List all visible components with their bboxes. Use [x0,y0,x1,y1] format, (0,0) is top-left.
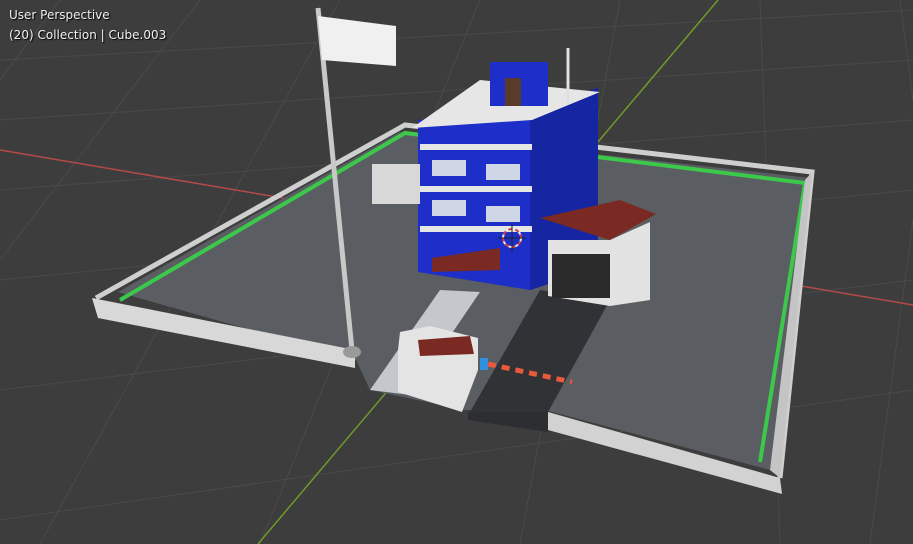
3d-viewport[interactable]: User Perspective (20) Collection | Cube.… [0,0,913,544]
garage[interactable] [540,200,656,306]
object-info: (20) Collection | Cube.003 [9,28,166,42]
collection-name: Collection [37,28,97,42]
separator: | [100,28,105,42]
active-object-name: Cube.003 [108,28,167,42]
scene-canvas[interactable] [0,0,913,544]
frame-number: (20) [9,28,34,42]
view-label: User Perspective [9,8,110,22]
